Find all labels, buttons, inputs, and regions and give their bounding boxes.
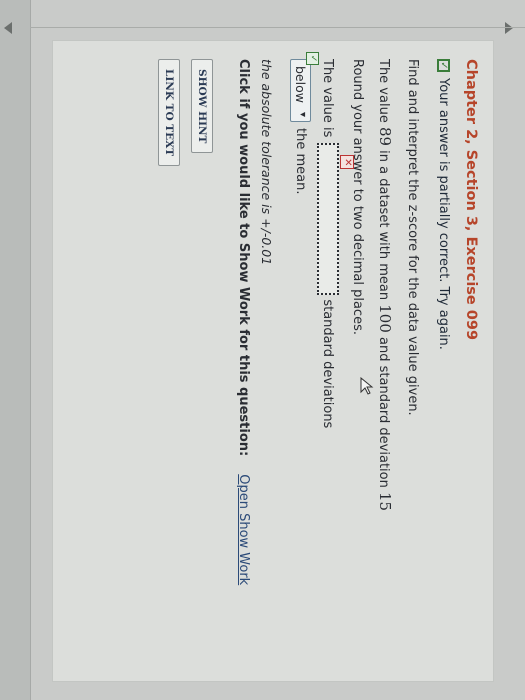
question-text: The value 89 in a dataset with mean 100 … — [376, 59, 394, 512]
instruction-text: Find and interpret the z-score for the d… — [405, 59, 420, 416]
answer-prefix: The value is — [320, 59, 336, 138]
status-text: Your answer is partially correct. Try ag… — [436, 78, 451, 350]
relation-suffix: the mean. — [293, 127, 308, 195]
data-value: 89 — [376, 126, 394, 147]
show-hint-button[interactable]: SHOW HINT — [191, 59, 213, 154]
mouse-pointer-icon — [360, 377, 374, 395]
mean-value: 100 — [376, 304, 394, 333]
show-work-row: Click if you would like to Show Work for… — [236, 59, 251, 663]
above-below-select[interactable]: ✓ below ▾ — [290, 52, 319, 122]
previous-arrow-icon[interactable] — [4, 22, 12, 34]
link-to-text-button[interactable]: LINK TO TEXT — [158, 59, 180, 167]
next-arrow-icon[interactable] — [505, 22, 513, 34]
partial-correct-icon: ✓ — [437, 59, 450, 72]
header-divider — [30, 27, 525, 28]
correct-check-icon: ✓ — [306, 52, 319, 65]
question-content: Chapter 2, Section 3, Exercise 099 ✓ You… — [53, 41, 493, 681]
sd-value: 15 — [376, 491, 394, 512]
show-work-question: Click if you would like to Show Work for… — [236, 59, 251, 457]
exercise-title: Chapter 2, Section 3, Exercise 099 — [463, 59, 479, 341]
round-instruction: Round your answer to two decimal places. — [350, 59, 365, 335]
left-sidebar-strip — [0, 0, 31, 700]
answer-row: The value is ✕ standard deviations — [317, 59, 354, 663]
question-panel: Chapter 2, Section 3, Exercise 099 ✓ You… — [52, 40, 494, 682]
relation-row: ✓ below ▾ the mean. — [290, 52, 319, 663]
answer-field-wrapper: ✕ — [317, 143, 354, 296]
incorrect-icon: ✕ — [340, 155, 354, 170]
open-show-work-link[interactable]: Open Show Work — [236, 474, 251, 585]
answer-suffix: standard deviations — [320, 299, 336, 429]
answer-status: ✓ Your answer is partially correct. Try … — [436, 59, 451, 663]
selected-option: below — [293, 66, 308, 103]
z-score-input[interactable] — [317, 143, 339, 296]
tolerance-note: the absolute tolerance is +/-0.01 — [259, 59, 274, 266]
chevron-down-icon: ▾ — [297, 111, 308, 117]
